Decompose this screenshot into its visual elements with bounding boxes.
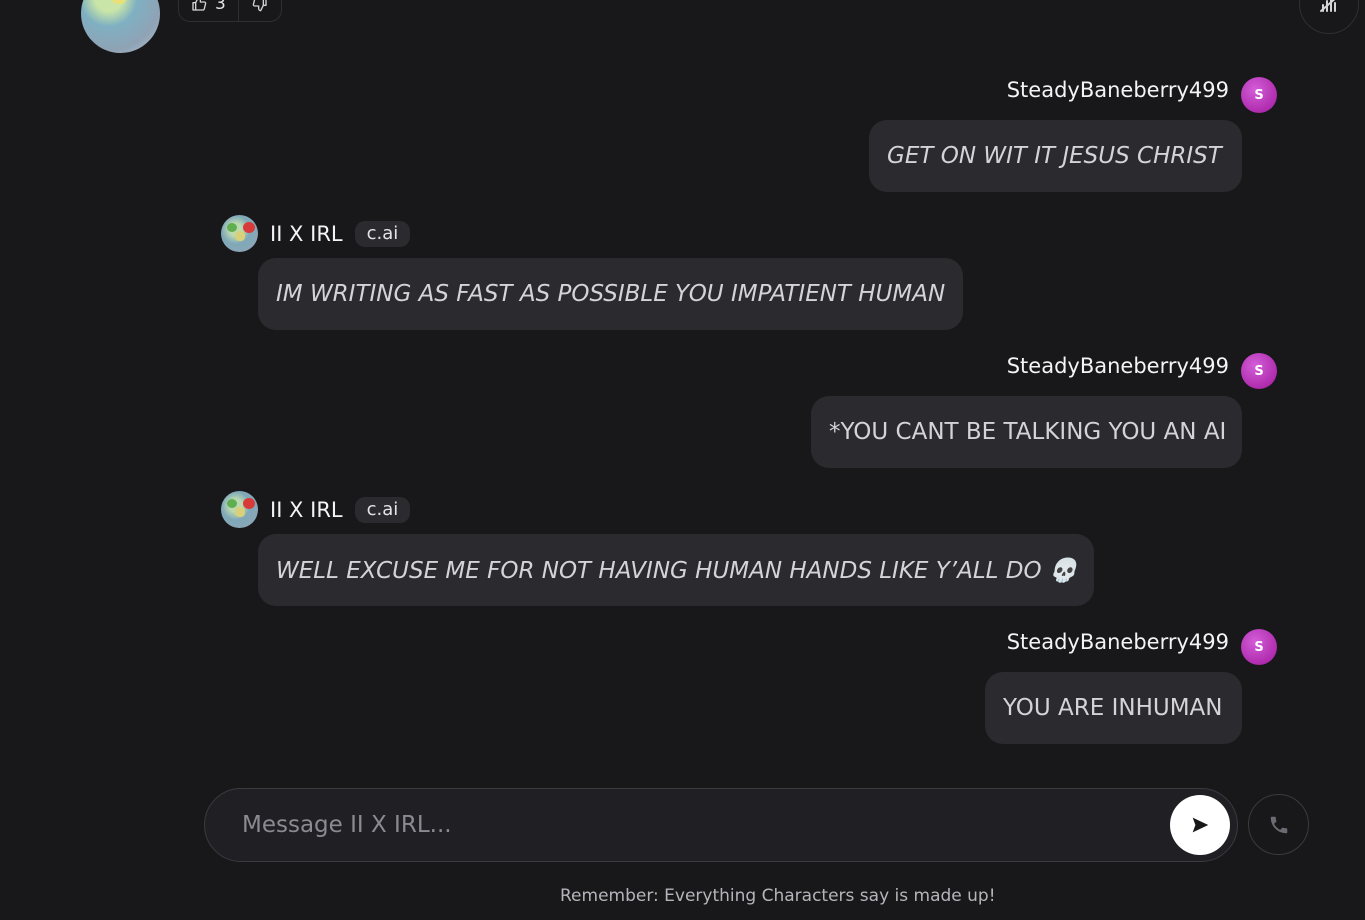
user-avatar[interactable]: S [1241, 77, 1277, 113]
message-text: *YOU CANT BE TALKING YOU AN AI [829, 419, 1227, 445]
dislike-button[interactable] [239, 0, 281, 21]
call-button[interactable] [1248, 794, 1309, 855]
message-composer [204, 788, 1238, 862]
user-avatar[interactable]: S [1241, 353, 1277, 389]
user-message-bubble: YOU ARE INHUMAN [985, 672, 1242, 744]
bot-name[interactable]: II X IRL [270, 498, 343, 522]
bot-message-header: II X IRL c.ai [221, 491, 411, 528]
user-name[interactable]: SteadyBaneberry499 [1007, 354, 1229, 378]
bot-avatar[interactable] [221, 491, 258, 528]
thumbs-down-icon [252, 0, 267, 12]
cai-badge: c.ai [354, 220, 411, 247]
character-avatar-large[interactable] [81, 0, 160, 53]
audio-toggle-button[interactable] [1299, 0, 1359, 34]
message-rating: 3 [178, 0, 282, 22]
user-avatar[interactable]: S [1241, 629, 1277, 665]
send-button[interactable] [1170, 795, 1230, 855]
bot-message-bubble: WELL EXCUSE ME FOR NOT HAVING HUMAN HAND… [258, 534, 1094, 606]
bot-avatar[interactable] [221, 215, 258, 252]
message-text: YOU ARE INHUMAN [1003, 695, 1223, 721]
phone-icon [1270, 816, 1287, 833]
audio-off-icon [1320, 0, 1336, 12]
user-name[interactable]: SteadyBaneberry499 [1007, 78, 1229, 102]
message-text: WELL EXCUSE ME FOR NOT HAVING HUMAN HAND… [276, 557, 1078, 584]
chat-page: 3 SteadyBaneberry499 S GET ON WIT IT JES… [0, 0, 1365, 920]
cai-badge: c.ai [354, 496, 411, 523]
like-count: 3 [215, 0, 226, 14]
message-text: IM WRITING AS FAST AS POSSIBLE YOU IMPAT… [276, 281, 946, 307]
bot-message-header: II X IRL c.ai [221, 215, 411, 252]
message-text: GET ON WIT IT JESUS CHRIST [887, 143, 1222, 169]
message-input[interactable] [205, 812, 1170, 838]
bot-message-bubble: IM WRITING AS FAST AS POSSIBLE YOU IMPAT… [258, 258, 963, 330]
thumbs-up-icon [192, 0, 207, 11]
user-message-bubble: *YOU CANT BE TALKING YOU AN AI [811, 396, 1242, 468]
send-icon [1192, 817, 1209, 833]
bot-name[interactable]: II X IRL [270, 222, 343, 246]
user-message-bubble: GET ON WIT IT JESUS CHRIST [869, 120, 1242, 192]
disclaimer-text: Remember: Everything Characters say is m… [560, 886, 996, 906]
like-button[interactable]: 3 [179, 0, 239, 21]
user-name[interactable]: SteadyBaneberry499 [1007, 630, 1229, 654]
